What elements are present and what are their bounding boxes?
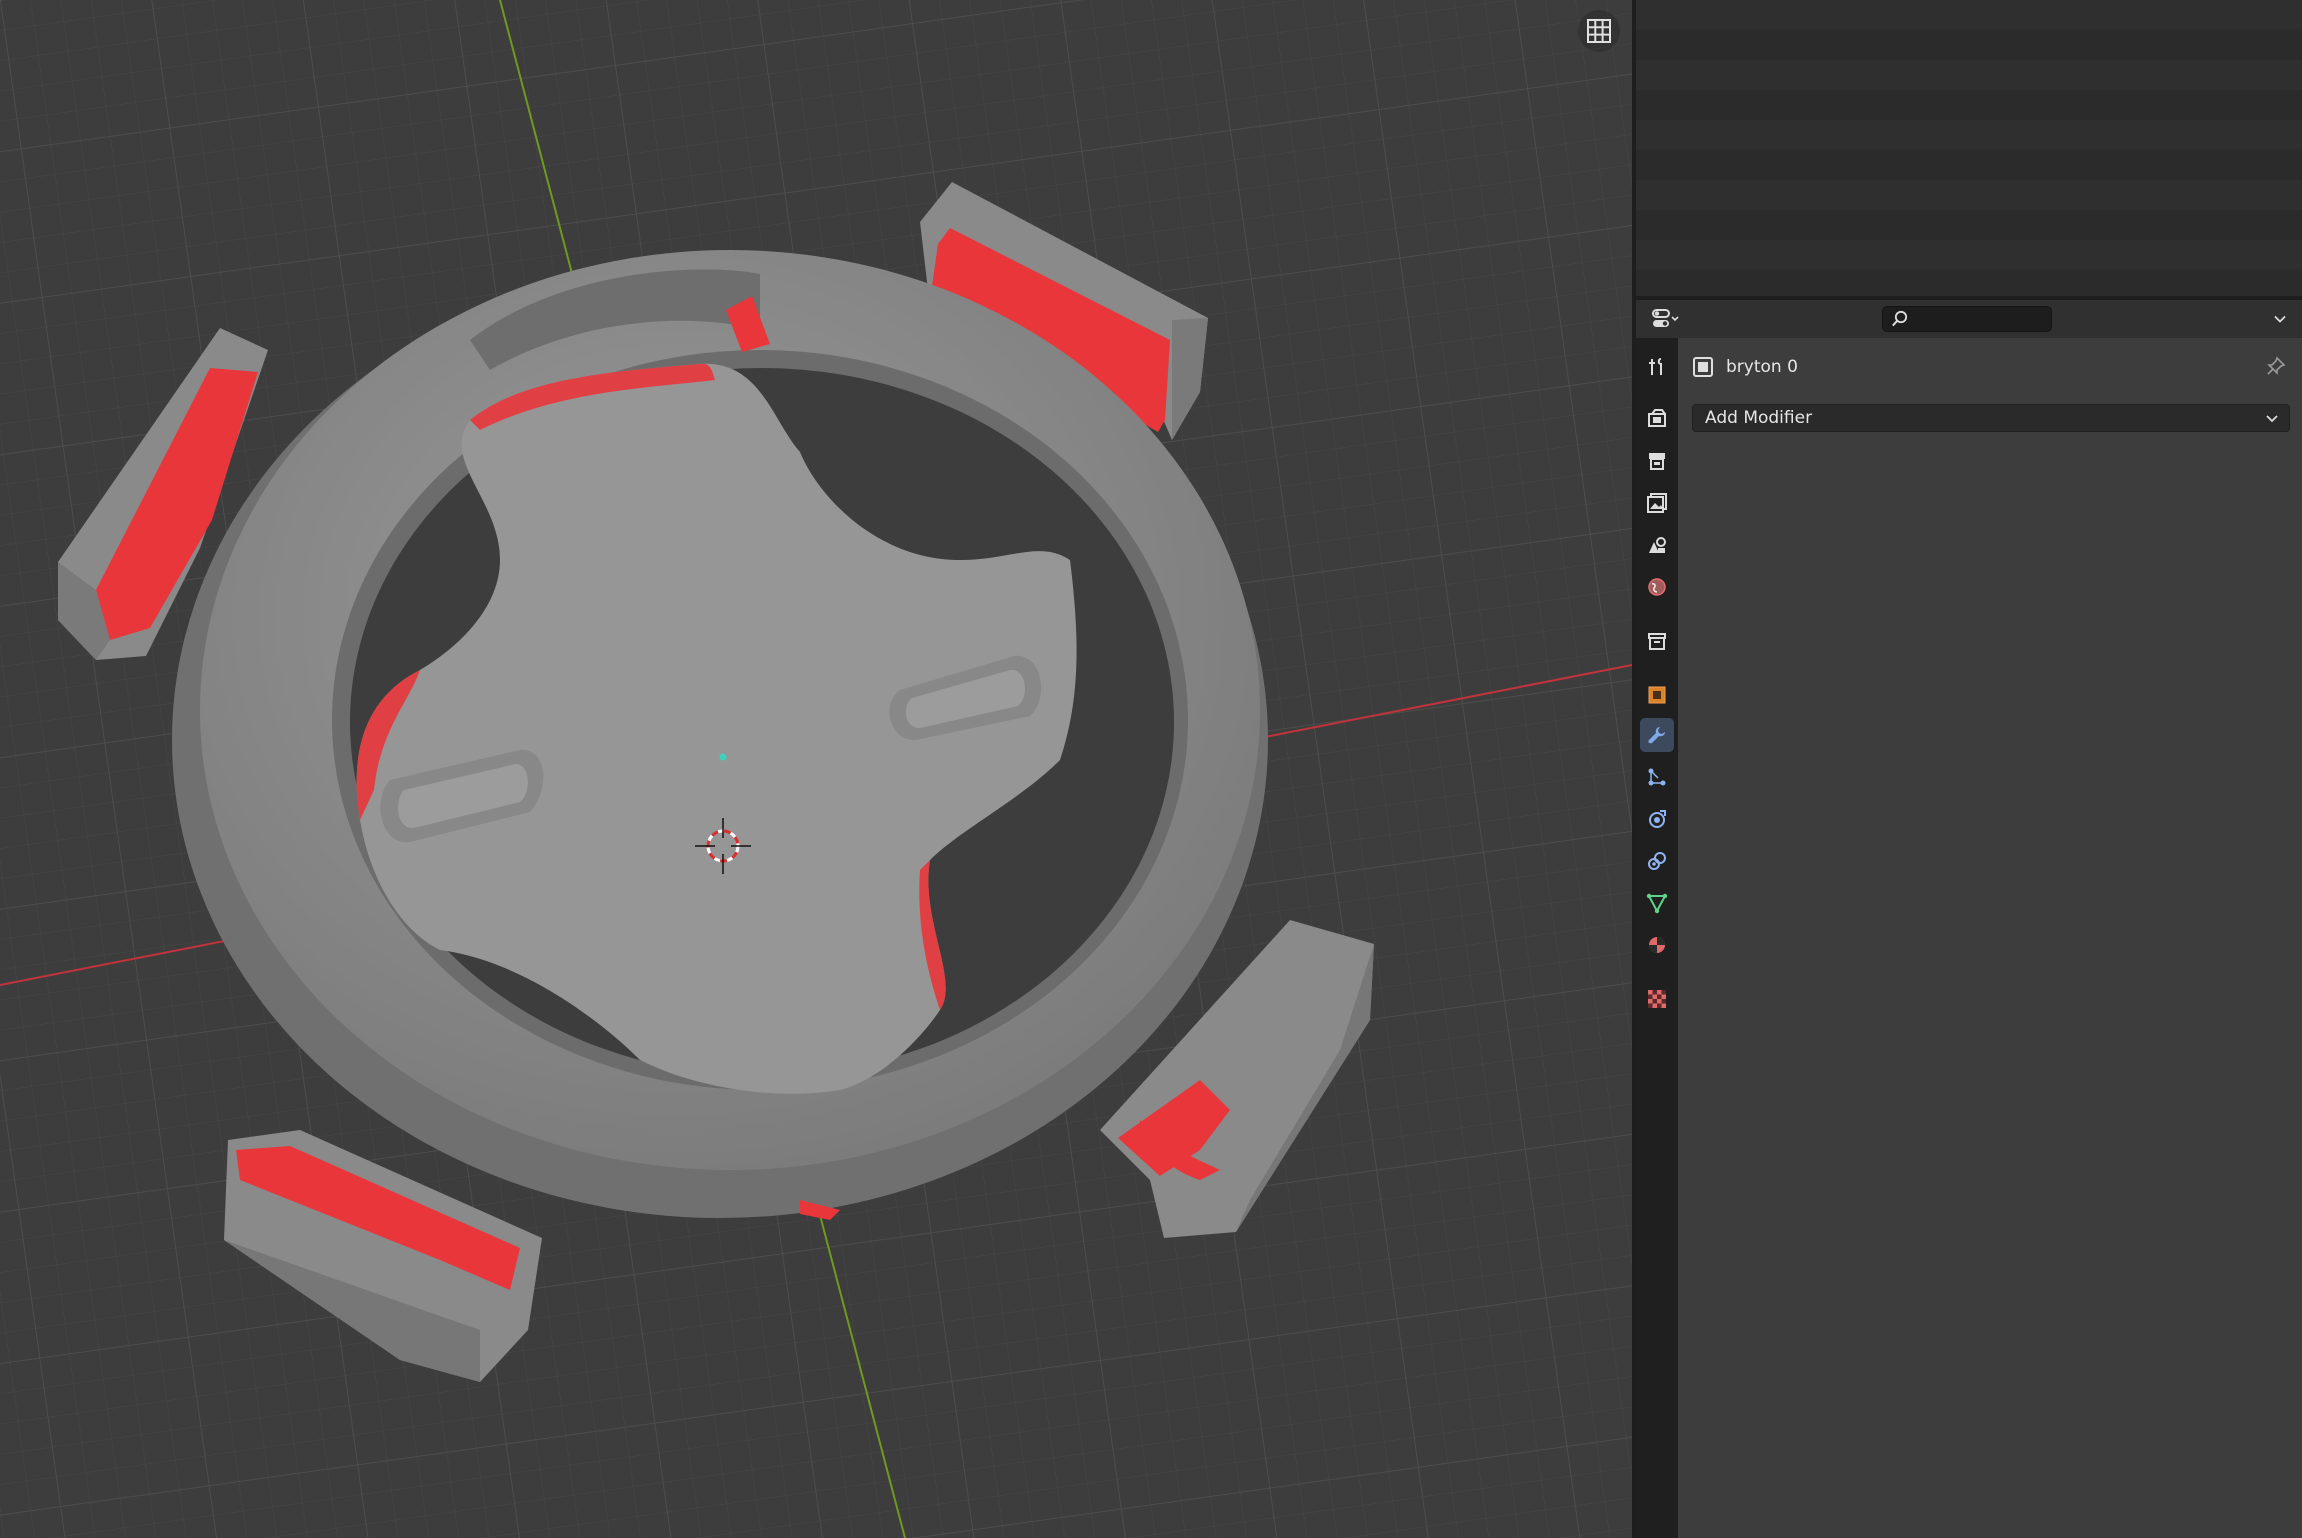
chevron-down-icon	[2274, 315, 2286, 323]
particles-icon	[1648, 768, 1666, 786]
pin-icon	[2267, 356, 2286, 375]
scene-icon	[1649, 537, 1666, 553]
object-name-label: bryton 0	[1726, 357, 1798, 377]
object-name-row: bryton 0	[1692, 352, 1798, 382]
output-tab[interactable]	[1640, 444, 1674, 478]
material-tab[interactable]	[1640, 928, 1674, 962]
particles-tab[interactable]	[1640, 760, 1674, 794]
grid-icon	[1587, 19, 1611, 43]
wrench-icon	[1648, 727, 1665, 744]
outliner-row[interactable]	[1636, 180, 2302, 210]
properties-search-field[interactable]	[1882, 306, 2052, 332]
output-icon	[1649, 453, 1665, 470]
outliner-row[interactable]	[1636, 150, 2302, 180]
mesh-object-icon	[1693, 357, 1713, 377]
search-icon	[1892, 310, 1908, 327]
outliner-row[interactable]	[1636, 0, 2302, 30]
toggle-quad-view-button[interactable]	[1578, 10, 1620, 52]
add-modifier-label: Add Modifier	[1705, 408, 1813, 428]
outliner-area[interactable]	[1636, 0, 2302, 296]
outliner-row[interactable]	[1636, 270, 2302, 296]
chevron-down-icon	[2266, 415, 2278, 423]
constraints-tab[interactable]	[1640, 844, 1674, 878]
scene-tab[interactable]	[1640, 528, 1674, 562]
modifiers-tab[interactable]	[1640, 718, 1674, 752]
collection-icon	[1648, 633, 1666, 650]
tool-icon	[1649, 358, 1662, 375]
modifiers-panel: bryton 0 Add Modifier	[1678, 338, 2302, 1538]
mesh-object[interactable]	[58, 182, 1374, 1382]
object-tab[interactable]	[1640, 678, 1674, 712]
constraints-icon	[1648, 852, 1666, 870]
outliner-row[interactable]	[1636, 240, 2302, 270]
mesh-data-icon	[1646, 893, 1668, 914]
physics-icon	[1649, 810, 1666, 828]
data-tab[interactable]	[1640, 886, 1674, 920]
material-icon	[1649, 937, 1665, 953]
view-layer-tab[interactable]	[1640, 486, 1674, 520]
properties-editor-icon	[1652, 309, 1679, 327]
add-modifier-dropdown[interactable]: Add Modifier	[1692, 404, 2290, 432]
search-input[interactable]	[1915, 308, 2049, 330]
texture-icon	[1648, 990, 1666, 1008]
world-tab[interactable]	[1640, 570, 1674, 604]
header-options-dropdown[interactable]	[2268, 307, 2292, 331]
object-origin-dot	[719, 753, 727, 761]
viewport-scene[interactable]	[0, 0, 1632, 1538]
outliner-row[interactable]	[1636, 120, 2302, 150]
render-tab[interactable]	[1640, 402, 1674, 436]
tool-tab[interactable]	[1640, 350, 1674, 384]
pin-button[interactable]	[2264, 354, 2288, 378]
collection-tab[interactable]	[1640, 624, 1674, 658]
3d-viewport[interactable]	[0, 0, 1632, 1538]
editor-type-dropdown[interactable]	[1650, 305, 1696, 333]
properties-header	[1636, 300, 2302, 338]
view-layer-icon	[1647, 493, 1667, 513]
texture-tab[interactable]	[1640, 982, 1674, 1016]
outliner-row[interactable]	[1636, 90, 2302, 120]
object-icon	[1648, 686, 1666, 704]
outliner-row[interactable]	[1636, 60, 2302, 90]
outliner-row[interactable]	[1636, 210, 2302, 240]
properties-tab-bar	[1636, 338, 1678, 1538]
outliner-row[interactable]	[1636, 30, 2302, 60]
render-icon	[1648, 409, 1666, 427]
physics-tab[interactable]	[1640, 802, 1674, 836]
world-icon	[1648, 578, 1666, 596]
